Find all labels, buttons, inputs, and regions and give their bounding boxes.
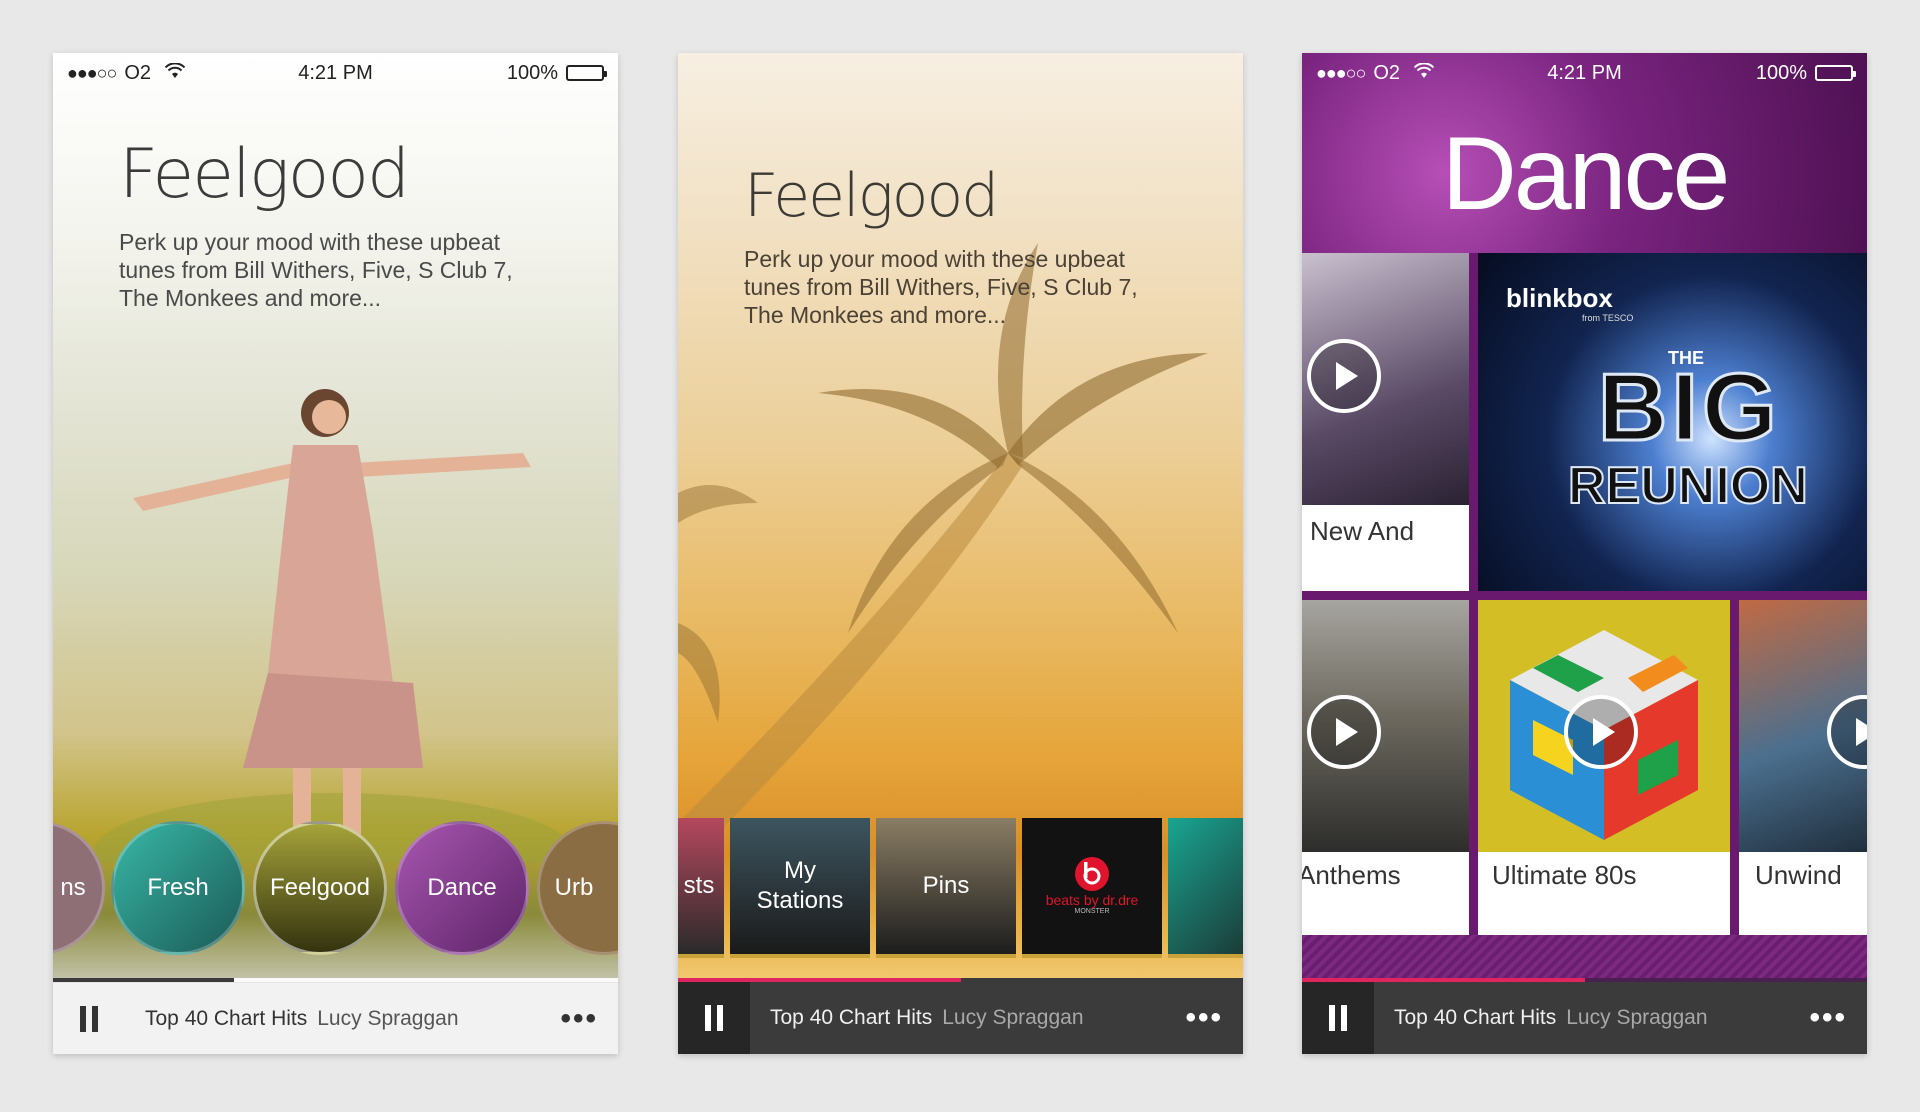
blinkbox-logo: blinkbox [1506, 283, 1613, 313]
signal-icon: ●●●○○ [67, 62, 117, 83]
wifi-icon [164, 61, 186, 84]
track-title: Top 40 Chart Hits [145, 1006, 308, 1030]
more-icon[interactable]: ••• [560, 1003, 598, 1034]
carrier-label: O2 [1373, 61, 1401, 84]
pause-button[interactable] [678, 982, 750, 1054]
more-icon[interactable]: ••• [1185, 1003, 1223, 1033]
playlist-card-anthems[interactable]: Anthems [1302, 600, 1469, 935]
battery-percent: 100% [506, 61, 558, 84]
genre-title: Dance [1441, 116, 1731, 232]
beats-logo-icon [1075, 857, 1109, 891]
playlist-card-new-and[interactable]: New And [1302, 253, 1469, 591]
pause-button[interactable] [1302, 982, 1374, 1054]
status-bar [678, 53, 1243, 93]
pause-icon [705, 1005, 711, 1031]
station-description: Perk up your mood with these upbeat tune… [744, 246, 1138, 328]
pause-icon [80, 1005, 86, 1032]
play-icon[interactable] [1307, 695, 1381, 769]
station-tile-pins[interactable]: Pins [876, 818, 1016, 958]
battery-icon [1815, 65, 1856, 81]
station-carousel: ns Fresh Feelgood Dance Urb [53, 821, 618, 957]
track-artist: Lucy Spraggan [1566, 1006, 1708, 1029]
card-label: Unwind [1755, 860, 1842, 890]
card-label: New And [1310, 516, 1415, 546]
battery-icon [566, 65, 607, 81]
more-icon[interactable]: ••• [1809, 1003, 1847, 1033]
track-artist: Lucy Spraggan [317, 1006, 459, 1030]
station-tile-beats[interactable]: beats by dr.dre MONSTER [1022, 818, 1162, 958]
station-tile-partial-left[interactable]: sts [678, 818, 724, 958]
status-bar: ●●●○○ O2 4:21 PM 100% [1302, 53, 1867, 93]
carrier-label: O2 [124, 61, 152, 84]
track-artist: Lucy Spraggan [942, 1006, 1084, 1029]
player-bar: Top 40 Chart Hits Lucy Spraggan ••• [1302, 982, 1867, 1054]
decorative-stripes [1302, 935, 1867, 980]
station-tiles: sts My Stations Pins beats by dr.dre MON… [678, 818, 1243, 958]
battery-percent: 100% [1755, 61, 1807, 84]
playlist-card-ultimate-80s[interactable]: Ultimate 80s [1478, 600, 1730, 935]
track-title: Top 40 Chart Hits [770, 1006, 933, 1029]
pause-button[interactable] [53, 983, 125, 1055]
status-bar: ●●●○○ O2 4:21 PM 100% [53, 53, 618, 93]
phone-dance: ●●●○○ O2 4:21 PM 100% Dance New And blin… [1302, 53, 1867, 1054]
hero-image-girl [93, 389, 573, 863]
pause-icon [1329, 1005, 1335, 1031]
signal-icon: ●●●○○ [1316, 62, 1366, 83]
station-circle-partial-right[interactable]: Urb [537, 821, 618, 955]
play-icon[interactable] [1307, 339, 1381, 413]
station-description: Perk up your mood with these upbeat tune… [119, 229, 513, 311]
playlist-card-unwind[interactable]: Unwind [1739, 600, 1867, 935]
phone-feelgood-light: ●●●○○ O2 4:21 PM 100% Feelgood Perk up y… [53, 53, 618, 1054]
wifi-icon [1413, 61, 1435, 84]
station-circle-feelgood[interactable]: Feelgood [253, 821, 387, 955]
station-circle-dance[interactable]: Dance [395, 821, 529, 955]
promo-card-big-reunion[interactable]: blinkbox from TESCO THE BIG REUNION [1478, 253, 1867, 591]
player-bar: Top 40 Chart Hits Lucy Spraggan ••• [678, 982, 1243, 1054]
station-tile-my-stations[interactable]: My Stations [730, 818, 870, 958]
station-tile-partial-right[interactable]: Fr [1168, 818, 1243, 958]
station-title: Feelgood [744, 161, 999, 231]
big-reunion-logo: THE BIG REUNION [1567, 348, 1809, 515]
card-label: Anthems [1302, 860, 1401, 890]
station-circle-partial-left[interactable]: ns [53, 821, 105, 955]
phone-feelgood-palm: Feelgood Perk up your mood with these up… [678, 53, 1243, 1054]
station-circle-fresh[interactable]: Fresh [111, 821, 245, 955]
player-bar: Top 40 Chart Hits Lucy Spraggan ••• [53, 982, 618, 1054]
track-title: Top 40 Chart Hits [1394, 1006, 1557, 1029]
play-icon[interactable] [1564, 695, 1638, 769]
card-label: Ultimate 80s [1492, 860, 1637, 890]
station-title: Feelgood [119, 135, 410, 214]
